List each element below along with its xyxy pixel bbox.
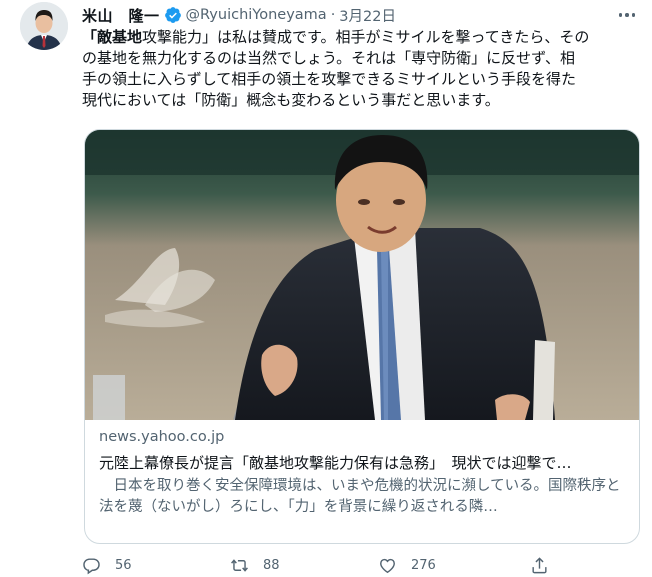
share-icon [532, 557, 547, 574]
text-segment: の基地を無力化するのは当然でしょう。それは「専守防衛」に反せず、相 [82, 49, 576, 67]
card-image[interactable] [85, 130, 639, 420]
avatar-photo [20, 2, 68, 50]
reply-button[interactable]: 56 [82, 556, 132, 575]
news-photo [85, 130, 639, 420]
retweet-button[interactable]: 88 [230, 556, 280, 575]
more-dots-icon[interactable] [616, 6, 638, 24]
author-avatar[interactable] [20, 2, 68, 50]
reply-count: 56 [115, 558, 132, 573]
retweet-icon [231, 559, 248, 572]
retweet-count: 88 [263, 558, 280, 573]
text-segment: 手の領土に入らずして相手の領土を攻撃できるミサイルという手段を得た [82, 70, 576, 88]
tweet-header: 米山 隆一 @RyuichiYoneyama · 3月22日 [82, 4, 396, 26]
user-handle[interactable]: @RyuichiYoneyama [186, 7, 327, 23]
tweet-text-line: 手の領土に入らずして相手の領土を攻撃できるミサイルという手段を得た [82, 69, 634, 90]
separator-dot: · [330, 7, 336, 23]
link-card[interactable]: news.yahoo.co.jp 元陸上幕僚長が提言「敵基地攻撃能力保有は急務」… [84, 129, 640, 544]
bold-term: 「敵基地 [82, 28, 143, 46]
card-domain: news.yahoo.co.jp [99, 429, 225, 445]
tweet-date[interactable]: 3月22日 [339, 5, 396, 26]
like-count: 276 [411, 558, 436, 573]
reply-icon [83, 558, 100, 575]
share-button[interactable] [530, 556, 563, 575]
tweet-text-line: 「敵基地攻撃能力」は私は賛成です。相手がミサイルを撃ってきたら、その [82, 27, 634, 48]
verified-badge-icon [164, 7, 181, 23]
text-segment: 現代においては「防衛」概念も変わるという事だと思います。 [82, 91, 500, 109]
tweet-text-line: 現代においては「防衛」概念も変わるという事だと思います。 [82, 90, 634, 111]
action-bar: 56 88 276 [82, 556, 642, 577]
card-description: 日本を取り巻く安全保障環境は、いまや危機的状況に瀕している。国際秩序と法を蔑（な… [99, 478, 621, 515]
text-segment: 攻撃能力」は私は賛成です。相手がミサイルを撃ってきたら、その [142, 28, 590, 46]
card-title: 元陸上幕僚長が提言「敵基地攻撃能力保有は急務」 現状では迎撃で… [99, 454, 572, 472]
heart-icon [380, 558, 395, 574]
tweet-text-line: の基地を無力化するのは当然でしょう。それは「専守防衛」に反せず、相 [82, 48, 634, 69]
display-name[interactable]: 米山 隆一 [82, 5, 160, 26]
like-button[interactable]: 276 [378, 556, 436, 575]
tweet-text: 「敵基地攻撃能力」は私は賛成です。相手がミサイルを撃ってきたら、その の基地を無… [82, 27, 634, 111]
